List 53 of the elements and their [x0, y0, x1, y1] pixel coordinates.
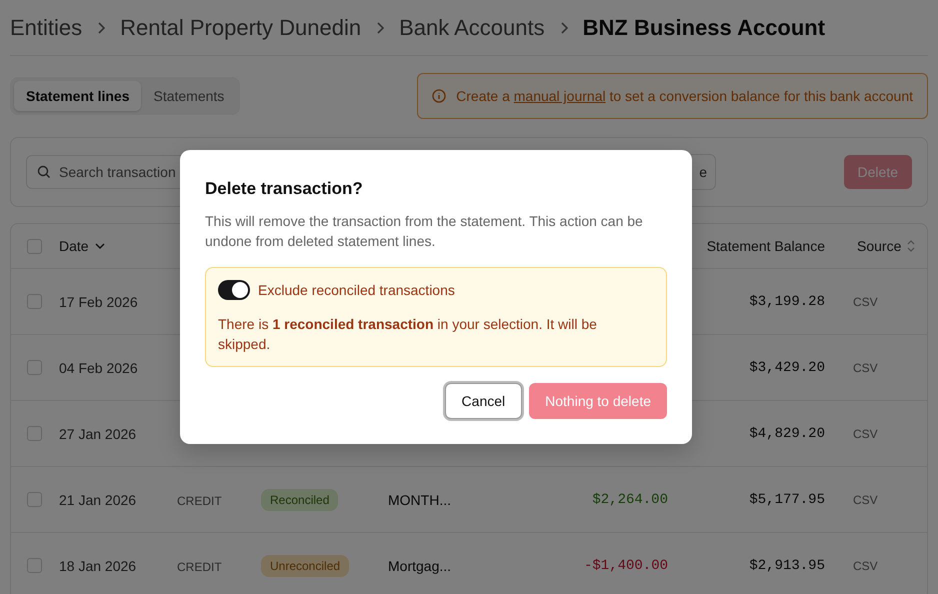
breadcrumb-link[interactable]: Entities: [10, 14, 82, 40]
checkbox[interactable]: [27, 360, 42, 375]
date-cell: 17 Feb 2026: [59, 294, 138, 310]
tab[interactable]: Statements: [141, 81, 236, 111]
cancel-button[interactable]: Cancel: [444, 383, 522, 419]
balance-cell: $4,829.20: [749, 426, 825, 442]
notice-text: Create a manual journal to set a conversion balance for this bank account: [456, 88, 913, 104]
toggle-switch[interactable]: [218, 280, 250, 300]
breadcrumb-link[interactable]: Rental Property Dunedin: [120, 14, 362, 40]
amount-cell: $2,264.00: [592, 492, 668, 508]
manual-journal-link[interactable]: manual journal: [514, 88, 606, 104]
chevron-right-icon: [375, 20, 386, 34]
balance-cell: $3,429.20: [749, 360, 825, 376]
type-cell: CREDIT: [177, 560, 222, 574]
dialog-title: Delete transaction?: [205, 179, 364, 199]
breadcrumb-link[interactable]: Bank Accounts: [399, 14, 545, 40]
checkbox[interactable]: [27, 492, 42, 507]
info-icon: [432, 89, 446, 103]
date-cell: 18 Jan 2026: [59, 558, 136, 574]
tab[interactable]: Statement lines: [14, 81, 142, 111]
source-cell: CSV: [853, 426, 878, 440]
column-header[interactable]: Date: [59, 238, 89, 254]
description-cell: MONTH...: [388, 492, 451, 508]
checkbox[interactable]: [27, 426, 42, 441]
column-header[interactable]: Statement Balance: [706, 238, 825, 254]
description-cell: Mortgag...: [388, 558, 452, 574]
source-cell: CSV: [853, 492, 878, 506]
balance-cell: $2,913.95: [749, 558, 825, 574]
warning-text: There is 1 reconciled transaction in your selection. It will be skipped.: [218, 315, 598, 354]
chevron-right-icon: [96, 20, 106, 34]
status-badge: Reconciled: [261, 488, 338, 510]
balance-cell: $5,177.95: [749, 492, 825, 508]
date-cell: 21 Jan 2026: [59, 492, 136, 508]
checkbox[interactable]: [27, 238, 42, 254]
column-header[interactable]: Source: [857, 238, 902, 254]
source-cell: CSV: [853, 294, 878, 308]
sort-icon: [907, 240, 916, 252]
type-cell: CREDIT: [177, 494, 222, 508]
chevron-right-icon: [558, 20, 569, 34]
page-title: BNZ Business Account: [582, 14, 826, 40]
balance-cell: $3,199.28: [749, 294, 825, 310]
date-cell: 27 Jan 2026: [59, 426, 136, 442]
checkbox[interactable]: [27, 558, 42, 573]
chevron-down-icon: [94, 243, 105, 249]
source-cell: CSV: [853, 360, 878, 374]
status-badge: Unreconciled: [261, 554, 350, 576]
checkbox[interactable]: [27, 294, 42, 309]
date-cell: 04 Feb 2026: [59, 360, 138, 376]
source-cell: CSV: [853, 558, 878, 572]
amount-cell: -$1,400.00: [584, 558, 668, 574]
search-icon: [37, 165, 51, 179]
toggle-label: Exclude reconciled transactions: [258, 282, 455, 298]
dialog-message: This will remove the transaction from the statement. This action can be undone from deleted statement lines.: [205, 212, 644, 251]
